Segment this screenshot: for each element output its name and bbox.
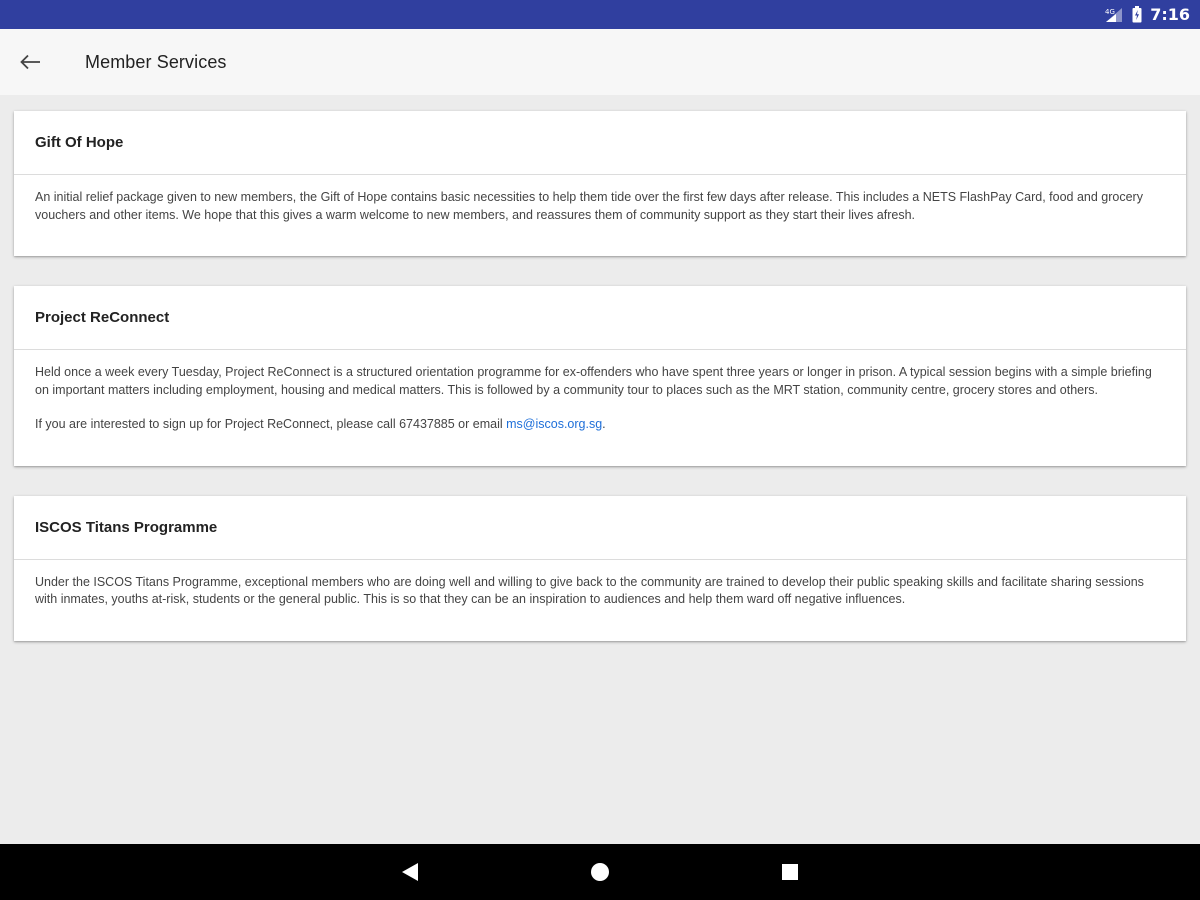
contact-text: If you are interested to sign up for Pro… — [35, 417, 507, 431]
card-title: ISCOS Titans Programme — [35, 518, 218, 536]
card-header: Project ReConnect — [14, 286, 1186, 350]
email-link[interactable]: ms@iscos.org.sg — [506, 417, 602, 431]
card-iscos-titans: ISCOS Titans Programme Under the ISCOS T… — [14, 495, 1186, 641]
card-header: ISCOS Titans Programme — [14, 496, 1186, 560]
card-description: Under the ISCOS Titans Programme, except… — [35, 574, 1144, 607]
battery-icon — [1132, 6, 1142, 23]
card-project-reconnect: Project ReConnect Held once a week every… — [14, 286, 1186, 466]
card-body: Held once a week every Tuesday, Project … — [14, 350, 1186, 466]
circle-home-icon — [591, 863, 609, 881]
card-body: An initial relief package given to new m… — [14, 175, 1186, 256]
card-title: Project ReConnect — [35, 309, 170, 326]
navigation-bar — [0, 844, 1200, 900]
page-title: Member Services — [85, 51, 227, 72]
back-button[interactable] — [0, 29, 60, 95]
contact-line: If you are interested to sign up for Pro… — [35, 416, 1165, 434]
signal-icon: 4G — [1105, 7, 1123, 22]
content-area[interactable]: Gift Of Hope An initial relief package g… — [0, 95, 1200, 844]
arrow-left-icon — [20, 54, 40, 70]
nav-back-button[interactable] — [390, 852, 430, 892]
svg-text:4G: 4G — [1105, 8, 1115, 16]
nav-recents-button[interactable] — [770, 852, 810, 892]
card-body: Under the ISCOS Titans Programme, except… — [14, 560, 1186, 641]
card-description: An initial relief package given to new m… — [35, 190, 1143, 222]
nav-home-button[interactable] — [580, 852, 620, 892]
card-title: Gift Of Hope — [35, 134, 124, 151]
triangle-back-icon — [402, 863, 418, 881]
card-gift-of-hope: Gift Of Hope An initial relief package g… — [14, 111, 1186, 256]
contact-end: . — [602, 417, 606, 431]
card-header: Gift Of Hope — [14, 111, 1186, 175]
square-recents-icon — [782, 864, 798, 880]
status-bar: 4G 7:16 — [0, 0, 1200, 29]
card-description: Held once a week every Tuesday, Project … — [35, 365, 1152, 397]
app-bar: Member Services — [0, 29, 1200, 95]
status-time: 7:16 — [1150, 5, 1190, 24]
